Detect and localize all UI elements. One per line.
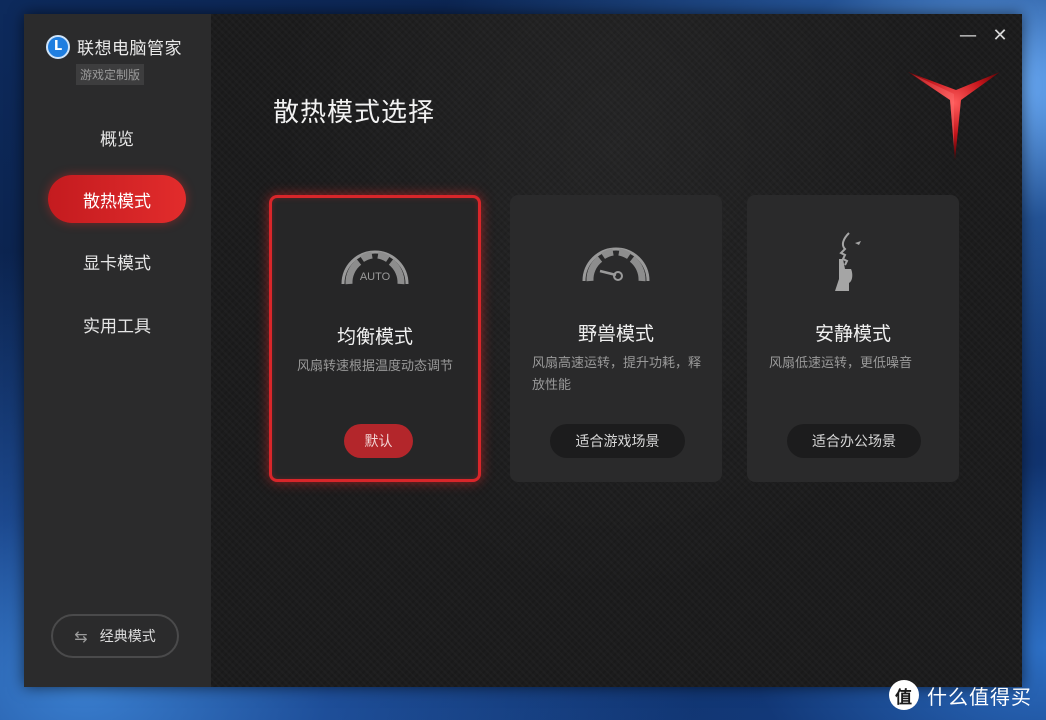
sidebar-item-label: 实用工具 (83, 316, 151, 337)
app-window: L 联想电脑管家 游戏定制版 概览 散热模式 显卡模式 实用工具 ⇆ 经典模式 … (24, 14, 1022, 687)
close-button[interactable]: ✕ (989, 24, 1011, 46)
gauge-auto-text: AUTO (360, 271, 391, 283)
default-button-label: 默认 (364, 434, 393, 450)
watermark: 值 什么值得买 (889, 680, 1032, 710)
speedometer-icon (510, 231, 722, 291)
sidebar-item-tools[interactable]: 实用工具 (48, 300, 186, 348)
swap-arrows-icon: ⇆ (74, 626, 88, 646)
sidebar-item-label: 散热模式 (83, 191, 151, 212)
card-description: 风扇低速运转，更低噪音 (769, 356, 913, 371)
card-title: 野兽模式 (577, 323, 654, 345)
sidebar-item-label: 概览 (100, 129, 134, 150)
shush-gesture-icon (747, 229, 959, 295)
close-icon: ✕ (992, 24, 1008, 46)
main-panel: — ✕ 散热模式选择 AUTO 均衡模式 风扇转速根据温度动态调节 默认 野兽模… (211, 14, 1022, 687)
auto-gauge-icon: AUTO (272, 234, 478, 294)
watermark-text: 什么值得买 (927, 684, 1032, 709)
office-scene-label: 适合办公场景 (812, 434, 896, 450)
sidebar: L 联想电脑管家 游戏定制版 概览 散热模式 显卡模式 实用工具 ⇆ 经典模式 (24, 14, 211, 687)
watermark-badge-icon: 值 (889, 680, 919, 710)
gaming-scene-button[interactable]: 适合游戏场景 (550, 424, 685, 458)
gaming-scene-label: 适合游戏场景 (575, 434, 660, 450)
card-description: 风扇高速运转，提升功耗，释放性能 (532, 356, 702, 393)
card-title: 均衡模式 (336, 326, 413, 348)
card-title: 安静模式 (814, 323, 891, 345)
card-description: 风扇转速根据温度动态调节 (296, 359, 453, 374)
classic-mode-label: 经典模式 (99, 629, 156, 645)
brand: L 联想电脑管家 (46, 34, 182, 59)
edition-badge: 游戏定制版 (76, 64, 145, 85)
sidebar-item-label: 显卡模式 (83, 253, 151, 274)
classic-mode-button[interactable]: ⇆ 经典模式 (51, 614, 179, 658)
sidebar-item-overview[interactable]: 概览 (48, 113, 186, 161)
page-title: 散热模式选择 (273, 98, 436, 128)
office-scene-button[interactable]: 适合办公场景 (787, 424, 921, 458)
minimize-icon: — (959, 24, 977, 46)
sidebar-item-gpu-mode[interactable]: 显卡模式 (48, 237, 186, 285)
legion-logo-icon (906, 68, 1002, 168)
minimize-button[interactable]: — (957, 24, 979, 46)
lenovo-logo-icon: L (46, 34, 70, 59)
app-name: 联想电脑管家 (77, 39, 182, 59)
sidebar-item-cooling-mode[interactable]: 散热模式 (48, 175, 186, 223)
default-button[interactable]: 默认 (344, 424, 413, 458)
